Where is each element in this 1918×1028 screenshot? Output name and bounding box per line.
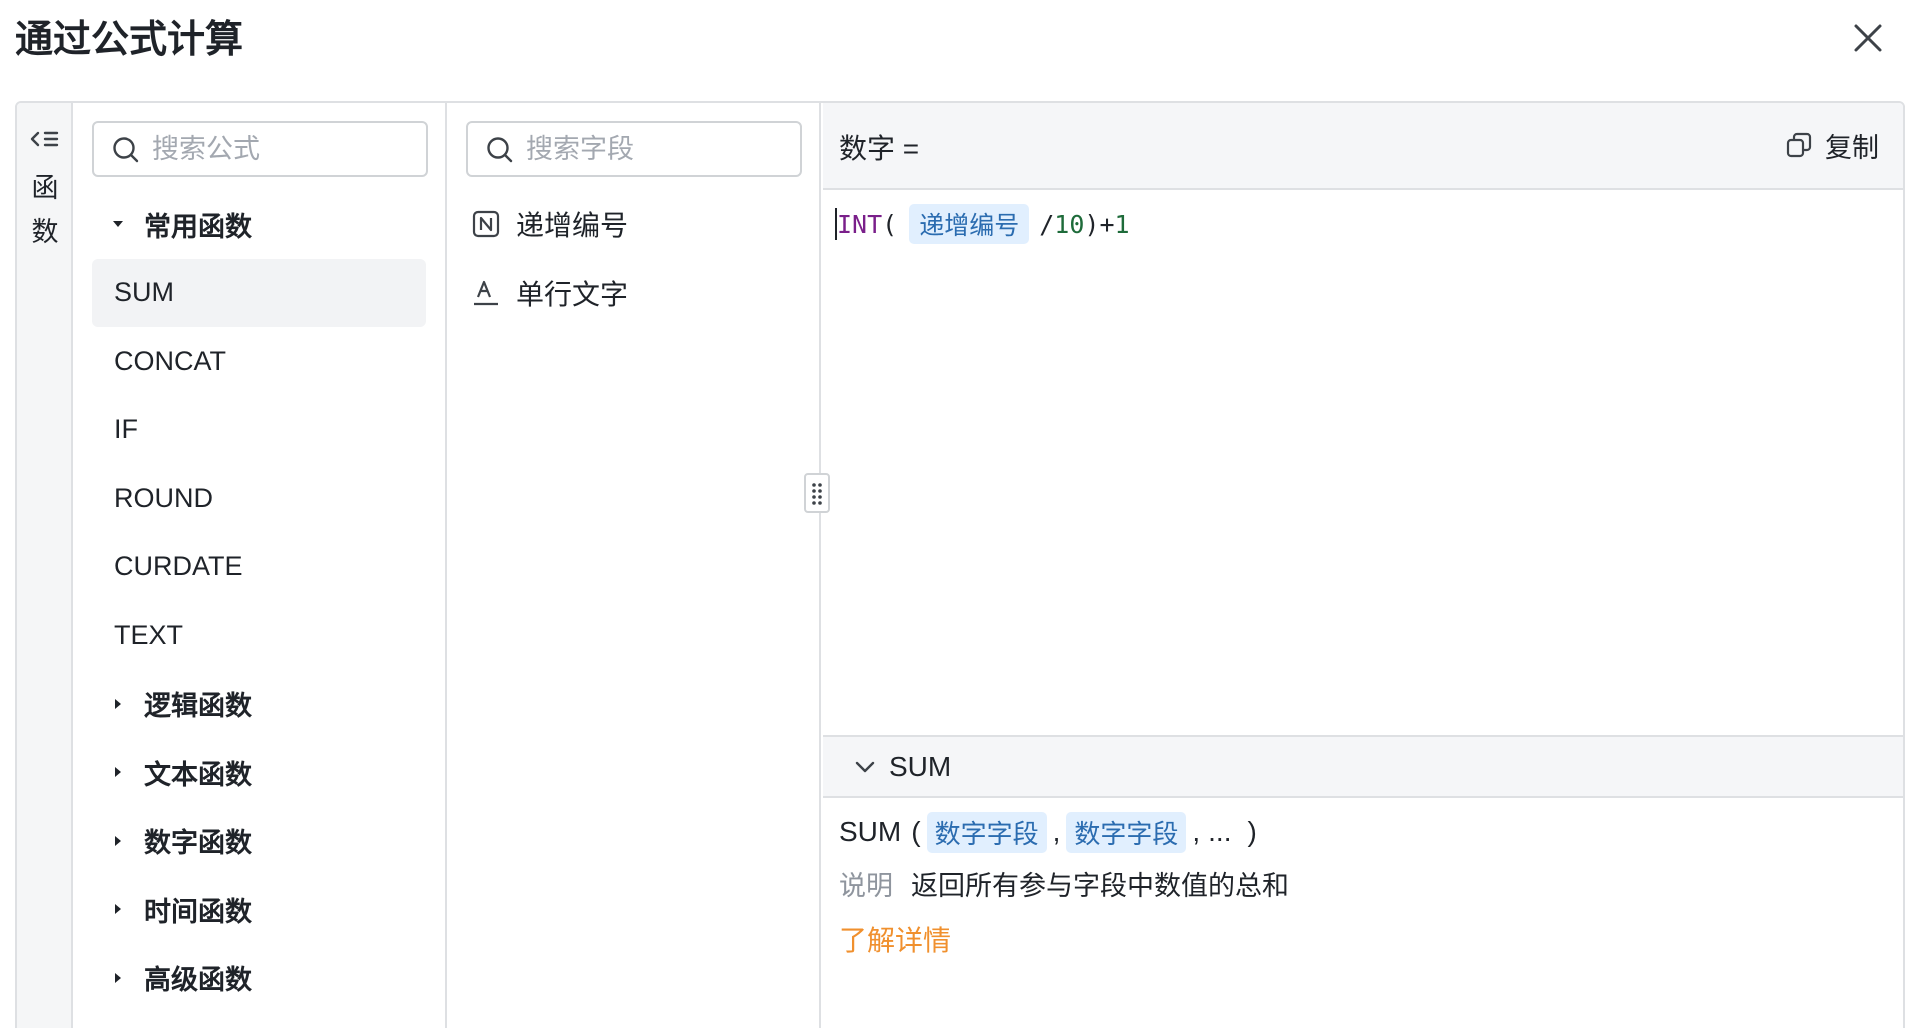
group-logic[interactable]: 逻辑函数 [92,670,426,739]
field-item-autonumber[interactable]: 递增编号 [464,190,804,259]
chevron-down-icon [855,761,875,772]
function-item-text[interactable]: TEXT [92,601,426,670]
signature-sep: , [1192,816,1201,847]
formula-paren: ( [882,209,898,239]
signature-arg-chip: 数字字段 [1066,811,1187,853]
signature-sep: , [1052,816,1061,847]
caret-right-icon [112,835,124,847]
search-icon [113,137,139,163]
caret-right-icon [112,766,124,778]
formula-function: INT [837,209,883,239]
copy-button[interactable]: 复制 [1785,123,1879,167]
signature-paren: ) [1247,816,1257,847]
caret-right-icon [112,903,124,915]
field-list: 递增编号 单行文字 [464,190,804,327]
group-label: 文本函数 [144,759,252,791]
function-item-concat[interactable]: CONCAT [92,327,426,396]
function-item-if[interactable]: IF [92,396,426,465]
function-column: 常用函数 SUM CONCAT IF ROUND CURDATE TEXT 逻辑… [73,103,447,1028]
caret-right-icon [112,698,124,710]
editor-header: 数字 = 复制 [823,103,1903,190]
group-label: 时间函数 [144,896,252,928]
formula-operator: + [1099,209,1115,239]
field-label: 递增编号 [516,209,629,243]
help-section-toggle[interactable]: SUM [823,735,1903,798]
function-list: 常用函数 SUM CONCAT IF ROUND CURDATE TEXT 逻辑… [92,190,426,1012]
formula-number: 1 [1114,209,1130,239]
copy-label: 复制 [1825,132,1879,164]
close-icon[interactable] [1848,18,1888,58]
group-number[interactable]: 数字函数 [92,807,426,876]
caret-right-icon [112,972,124,984]
signature-paren: ( [911,816,921,847]
group-label: 常用函数 [144,211,252,243]
rail-label: 函数 [31,173,59,248]
field-search[interactable] [466,121,802,177]
group-label: 高级函数 [144,965,252,997]
function-item-curdate[interactable]: CURDATE [92,533,426,602]
copy-icon [1786,132,1812,158]
function-signature: SUM ( 数字字段 , 数字字段 , ... ) [839,809,1879,855]
signature-arg-chip: 数字字段 [926,811,1047,853]
field-column: 递增编号 单行文字 [447,103,821,1028]
field-label: 单行文字 [516,277,629,311]
group-time[interactable]: 时间函数 [92,875,426,944]
editor-column: 数字 = 复制 INT ( 递增编号 / 10 ) + 1 SUM SUM (… [823,103,1903,1028]
help-content: SUM ( 数字字段 , 数字字段 , ... ) 说明 返回所有参与字段中数值… [839,809,1879,959]
learn-more-link[interactable]: 了解详情 [839,919,951,959]
description-text: 返回所有参与字段中数值的总和 [911,870,1289,902]
function-description: 说明 返回所有参与字段中数值的总和 [839,861,1879,905]
signature-rest: ... [1208,816,1232,847]
search-icon [487,137,513,163]
function-item-sum[interactable]: SUM [92,258,426,327]
formula-expression: INT ( 递增编号 / 10 ) + 1 [835,204,1130,244]
autonumber-icon [470,208,502,240]
group-advanced[interactable]: 高级函数 [92,944,426,1013]
text-field-icon [470,277,502,309]
formula-editor-panel: 函数 常用函数 SUM CONCAT IF ROUND CURDATE TEXT… [15,101,1905,1028]
help-function-name: SUM [889,750,952,782]
field-item-single-line-text[interactable]: 单行文字 [464,259,804,328]
function-rail: 函数 [17,103,73,1028]
formula-number: 10 [1054,209,1085,239]
drag-handle-icon [812,483,822,505]
resize-handle[interactable] [804,473,830,513]
function-item-round[interactable]: ROUND [92,464,426,533]
formula-input[interactable]: INT ( 递增编号 / 10 ) + 1 [823,190,1903,735]
signature-name: SUM [839,816,902,847]
function-search-input[interactable] [152,123,418,175]
description-label: 说明 [839,870,893,902]
target-field-label: 数字 = [839,133,920,164]
formula-operator: / [1039,209,1055,239]
group-text[interactable]: 文本函数 [92,738,426,807]
formula-field-chip[interactable]: 递增编号 [909,204,1030,244]
function-search[interactable] [92,121,428,177]
formula-paren: ) [1084,209,1100,239]
field-search-input[interactable] [526,123,792,175]
collapse-icon[interactable] [29,127,61,153]
caret-down-icon [112,218,124,230]
dialog-title: 通过公式计算 [15,17,244,61]
group-label: 数字函数 [144,828,252,860]
group-label: 逻辑函数 [144,691,252,723]
group-common[interactable]: 常用函数 [92,190,426,259]
